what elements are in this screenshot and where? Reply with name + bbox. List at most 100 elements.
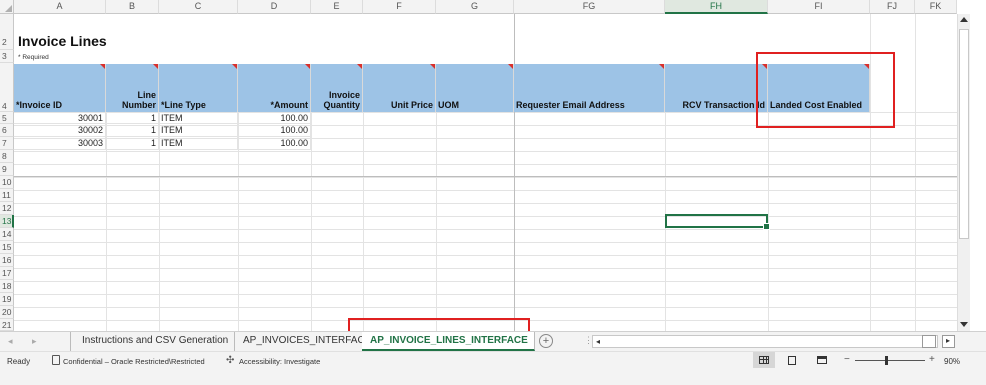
zoom-slider-thumb[interactable]	[885, 356, 888, 365]
cell-line-number[interactable]: 1	[106, 112, 159, 124]
header-amount[interactable]: *Amount	[238, 64, 311, 112]
right-margin	[970, 14, 986, 331]
column-header-d[interactable]: D	[238, 0, 311, 14]
column-header-g[interactable]: G	[436, 0, 514, 14]
accessibility-label[interactable]: Accessibility: Investigate	[239, 357, 320, 366]
row-header-3[interactable]: 3	[0, 50, 14, 63]
row-header-16[interactable]: 16	[0, 254, 14, 267]
cell-invoice-id[interactable]: 30002	[14, 124, 106, 137]
sheet-tab-bar: ◂ ▸ Instructions and CSV Generation AP_I…	[0, 331, 986, 351]
hscroll-left-arrow-icon[interactable]: ◂	[596, 337, 600, 346]
normal-view-icon	[759, 356, 769, 364]
header-unit-price[interactable]: Unit Price	[363, 64, 436, 112]
hscroll-right-arrow[interactable]: ▸	[942, 335, 955, 348]
hscroll-thumb[interactable]	[922, 335, 936, 348]
normal-view-button[interactable]	[753, 352, 775, 368]
row-header-11[interactable]: 11	[0, 189, 14, 202]
horizontal-scrollbar[interactable]: ◂	[592, 335, 938, 348]
comment-indicator-icon	[357, 64, 362, 69]
header-rcv-transaction-id-label: RCV Transaction Id	[682, 100, 765, 110]
header-invoice-quantity-label-1: Invoice	[328, 90, 360, 100]
sheet-title: Invoice Lines	[18, 33, 107, 49]
row-header-18[interactable]: 18	[0, 280, 14, 293]
accessibility-icon: ✣	[226, 355, 235, 366]
header-line-type-label: *Line Type	[161, 100, 206, 110]
vertical-scrollbar[interactable]	[957, 14, 970, 331]
fill-handle[interactable]	[763, 223, 770, 230]
cell-line-type[interactable]: ITEM	[159, 124, 238, 137]
row-header-14[interactable]: 14	[0, 228, 14, 241]
cell-invoice-id[interactable]: 30001	[14, 112, 106, 124]
tab-ap-invoices-interface[interactable]: AP_INVOICES_INTERFACE	[234, 332, 379, 351]
comment-indicator-icon	[100, 64, 105, 69]
sensitivity-icon	[52, 355, 60, 365]
header-invoice-quantity-label-2: Quantity	[323, 100, 360, 110]
tab-scroll-left-icon[interactable]: ◂	[8, 336, 13, 347]
scroll-thumb[interactable]	[959, 29, 969, 239]
row-header-19[interactable]: 19	[0, 293, 14, 306]
page-layout-view-icon[interactable]	[788, 356, 796, 365]
tab-ap-invoice-lines-interface[interactable]: AP_INVOICE_LINES_INTERFACE	[362, 332, 535, 351]
row-header-6[interactable]: 6	[0, 124, 14, 137]
zoom-in-icon[interactable]: +	[929, 354, 935, 365]
spreadsheet: A B C D E F G FG FH FI FJ FK 2 3 4 5 6 7…	[0, 0, 986, 385]
row-header-9[interactable]: 9	[0, 163, 14, 176]
cell-invoice-id[interactable]: 30003	[14, 137, 106, 150]
comment-indicator-icon	[305, 64, 310, 69]
header-invoice-quantity[interactable]: Invoice Quantity	[311, 64, 363, 112]
header-line-number[interactable]: Line Number	[106, 64, 159, 112]
row-header-8[interactable]: 8	[0, 150, 14, 163]
row-header-13[interactable]: 13	[0, 215, 14, 228]
column-header-fj[interactable]: FJ	[870, 0, 915, 14]
scroll-down-arrow-icon[interactable]	[960, 322, 968, 327]
sensitivity-label[interactable]: Confidential – Oracle Restricted\Restric…	[63, 357, 205, 366]
select-all-corner[interactable]	[0, 0, 14, 14]
add-sheet-button[interactable]: +	[539, 334, 553, 348]
tab-instructions[interactable]: Instructions and CSV Generation	[70, 332, 236, 351]
scroll-up-arrow-icon[interactable]	[960, 17, 968, 22]
header-uom[interactable]: UOM	[436, 64, 514, 112]
cell-line-number[interactable]: 1	[106, 137, 159, 150]
column-header-a[interactable]: A	[14, 0, 106, 14]
column-header-c[interactable]: C	[159, 0, 238, 14]
header-line-number-label-2: Number	[121, 100, 156, 110]
cell-amount[interactable]: 100.00	[238, 137, 311, 150]
page-break-view-icon[interactable]	[817, 356, 827, 364]
row-header-5[interactable]: 5	[0, 112, 14, 124]
column-header-fi[interactable]: FI	[768, 0, 870, 14]
column-header-f[interactable]: F	[363, 0, 436, 14]
column-header-e[interactable]: E	[311, 0, 363, 14]
header-invoice-id[interactable]: *Invoice ID	[14, 64, 106, 112]
highlight-box-landed-cost	[756, 52, 895, 128]
cell-amount[interactable]: 100.00	[238, 112, 311, 124]
cell-amount[interactable]: 100.00	[238, 124, 311, 137]
row-header-21[interactable]: 21	[0, 319, 14, 331]
cell-line-number[interactable]: 1	[106, 124, 159, 137]
column-header-fk[interactable]: FK	[915, 0, 957, 14]
cell-line-type[interactable]: ITEM	[159, 137, 238, 150]
column-header-fh[interactable]: FH	[665, 0, 768, 14]
header-line-type[interactable]: *Line Type	[159, 64, 238, 112]
row-header-2[interactable]: 2	[0, 14, 14, 50]
status-bar: Ready Confidential – Oracle Restricted\R…	[0, 351, 986, 385]
tab-scroll-right-icon[interactable]: ▸	[32, 336, 37, 347]
row-header-10[interactable]: 10	[0, 176, 14, 189]
row-header-15[interactable]: 15	[0, 241, 14, 254]
zoom-out-icon[interactable]: −	[844, 354, 850, 365]
row-header-17[interactable]: 17	[0, 267, 14, 280]
header-requester-email[interactable]: Requester Email Address	[514, 64, 665, 112]
hscroll-right-arrow-icon: ▸	[946, 336, 951, 345]
row-header-12[interactable]: 12	[0, 202, 14, 215]
column-header-fg[interactable]: FG	[514, 0, 665, 14]
cell-line-type[interactable]: ITEM	[159, 112, 238, 124]
header-line-number-label-1: Line	[137, 90, 156, 100]
row-header-20[interactable]: 20	[0, 306, 14, 319]
header-rcv-transaction-id[interactable]: RCV Transaction Id	[665, 64, 768, 112]
zoom-level[interactable]: 90%	[944, 357, 960, 366]
selected-cell-fh13[interactable]	[665, 214, 770, 230]
header-uom-label: UOM	[438, 100, 459, 110]
row-header-7[interactable]: 7	[0, 137, 14, 150]
zoom-slider[interactable]	[855, 356, 925, 365]
row-header-4[interactable]: 4	[0, 63, 14, 112]
column-header-b[interactable]: B	[106, 0, 159, 14]
